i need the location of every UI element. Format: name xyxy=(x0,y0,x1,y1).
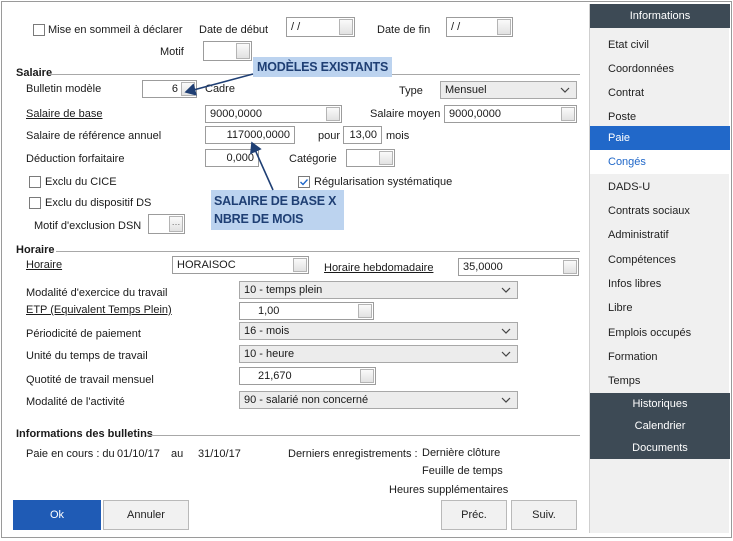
horaire-label: Horaire xyxy=(26,259,63,271)
modalite-select[interactable]: 10 - temps plein xyxy=(239,281,518,299)
horaire-section-title: Horaire xyxy=(16,244,55,256)
arrow-to-reference-salary xyxy=(250,141,274,191)
quotite-field[interactable]: 21,670 xyxy=(239,367,376,385)
cancel-button[interactable]: Annuler xyxy=(103,500,189,530)
sidebar-item-formation[interactable]: Formation xyxy=(590,345,730,369)
sidebar-item-contrat[interactable]: Contrat xyxy=(590,81,730,105)
horaire-field[interactable]: HORAISOC xyxy=(172,256,309,274)
modalite-label: Modalité d'exercice du travail xyxy=(26,287,168,299)
quotite-label: Quotité de travail mensuel xyxy=(26,374,154,386)
unite-label: Unité du temps de travail xyxy=(26,350,148,362)
sidebar-item-temps[interactable]: Temps xyxy=(590,369,730,393)
sidebar-item-conges[interactable]: Congés xyxy=(590,150,730,174)
periodicite-select[interactable]: 16 - mois xyxy=(239,322,518,340)
weekly-hours-field[interactable]: 35,0000 xyxy=(458,258,579,276)
activite-label: Modalité de l'activité xyxy=(26,396,125,408)
quotite-value: 21,670 xyxy=(258,370,292,382)
bulletins-section-header: Informations des bulletins xyxy=(16,428,580,442)
sidebar-header: Informations xyxy=(590,4,730,28)
quotite-picker-button[interactable] xyxy=(360,369,374,383)
bulletins-section-title: Informations des bulletins xyxy=(16,428,153,440)
horaire-section-divider xyxy=(56,251,580,252)
sidebar-item-etat-civil[interactable]: Etat civil xyxy=(590,33,730,57)
sidebar-item-libre[interactable]: Libre xyxy=(590,296,730,320)
paie-au-label: au xyxy=(171,448,184,460)
next-button[interactable]: Suiv. xyxy=(511,500,577,530)
chevron-down-icon xyxy=(501,351,511,357)
sidebar-item-paie[interactable]: Paie xyxy=(590,126,730,150)
derniere-cloture-label: Dernière clôture xyxy=(422,447,501,459)
previous-button[interactable]: Préc. xyxy=(441,500,507,530)
etp-label: ETP (Equivalent Temps Plein) xyxy=(26,304,172,316)
sidebar-sub-historiques[interactable]: Historiques xyxy=(590,393,730,415)
sidebar-item-contrats-sociaux[interactable]: Contrats sociaux xyxy=(590,199,730,223)
paie-en-cours-label: Paie en cours : du xyxy=(26,448,115,460)
heures-sup-label: Heures supplémentaires xyxy=(389,484,509,496)
ok-button[interactable]: Ok xyxy=(13,500,101,530)
activite-select[interactable]: 90 - salarié non concerné xyxy=(239,391,518,409)
periodicite-value: 16 - mois xyxy=(244,325,290,337)
paie-from-date: 01/10/17 xyxy=(117,448,160,460)
feuille-de-temps-label: Feuille de temps xyxy=(422,465,503,477)
sidebar-sub-documents[interactable]: Documents xyxy=(590,437,730,459)
etp-picker-button[interactable] xyxy=(358,304,372,318)
sidebar: Informations Etat civil Coordonnées Cont… xyxy=(589,4,730,533)
horaire-value: HORAISOC xyxy=(177,259,236,271)
periodicite-label: Périodicité de paiement xyxy=(26,328,141,340)
chevron-down-icon xyxy=(501,287,511,293)
chevron-down-icon xyxy=(501,328,511,334)
paie-to-date: 31/10/17 xyxy=(198,448,241,460)
horaire-picker-button[interactable] xyxy=(293,258,307,272)
sidebar-item-dads-u[interactable]: DADS-U xyxy=(590,175,730,199)
weekly-hours-value: 35,0000 xyxy=(463,261,503,273)
derniers-enregistrements-label: Derniers enregistrements : xyxy=(288,448,418,460)
weekly-hours-label: Horaire hebdomadaire xyxy=(324,262,434,274)
sidebar-item-infos-libres[interactable]: Infos libres xyxy=(590,272,730,296)
sidebar-item-competences[interactable]: Compétences xyxy=(590,248,730,272)
unite-value: 10 - heure xyxy=(244,348,295,360)
sidebar-item-emplois-occupes[interactable]: Emplois occupés xyxy=(590,321,730,345)
chevron-down-icon xyxy=(501,397,511,403)
arrow-to-bulletin-model xyxy=(184,73,254,96)
weekly-hours-picker-button[interactable] xyxy=(563,260,577,274)
sidebar-item-coordonnees[interactable]: Coordonnées xyxy=(590,57,730,81)
sidebar-sub-calendrier[interactable]: Calendrier xyxy=(590,415,730,437)
modalite-value: 10 - temps plein xyxy=(244,284,323,296)
etp-field[interactable]: 1,00 xyxy=(239,302,374,320)
activite-value: 90 - salarié non concerné xyxy=(244,394,369,406)
sidebar-item-administratif[interactable]: Administratif xyxy=(590,223,730,247)
etp-value: 1,00 xyxy=(258,305,280,317)
bulletins-section-divider xyxy=(146,435,580,436)
unite-select[interactable]: 10 - heure xyxy=(239,345,518,363)
